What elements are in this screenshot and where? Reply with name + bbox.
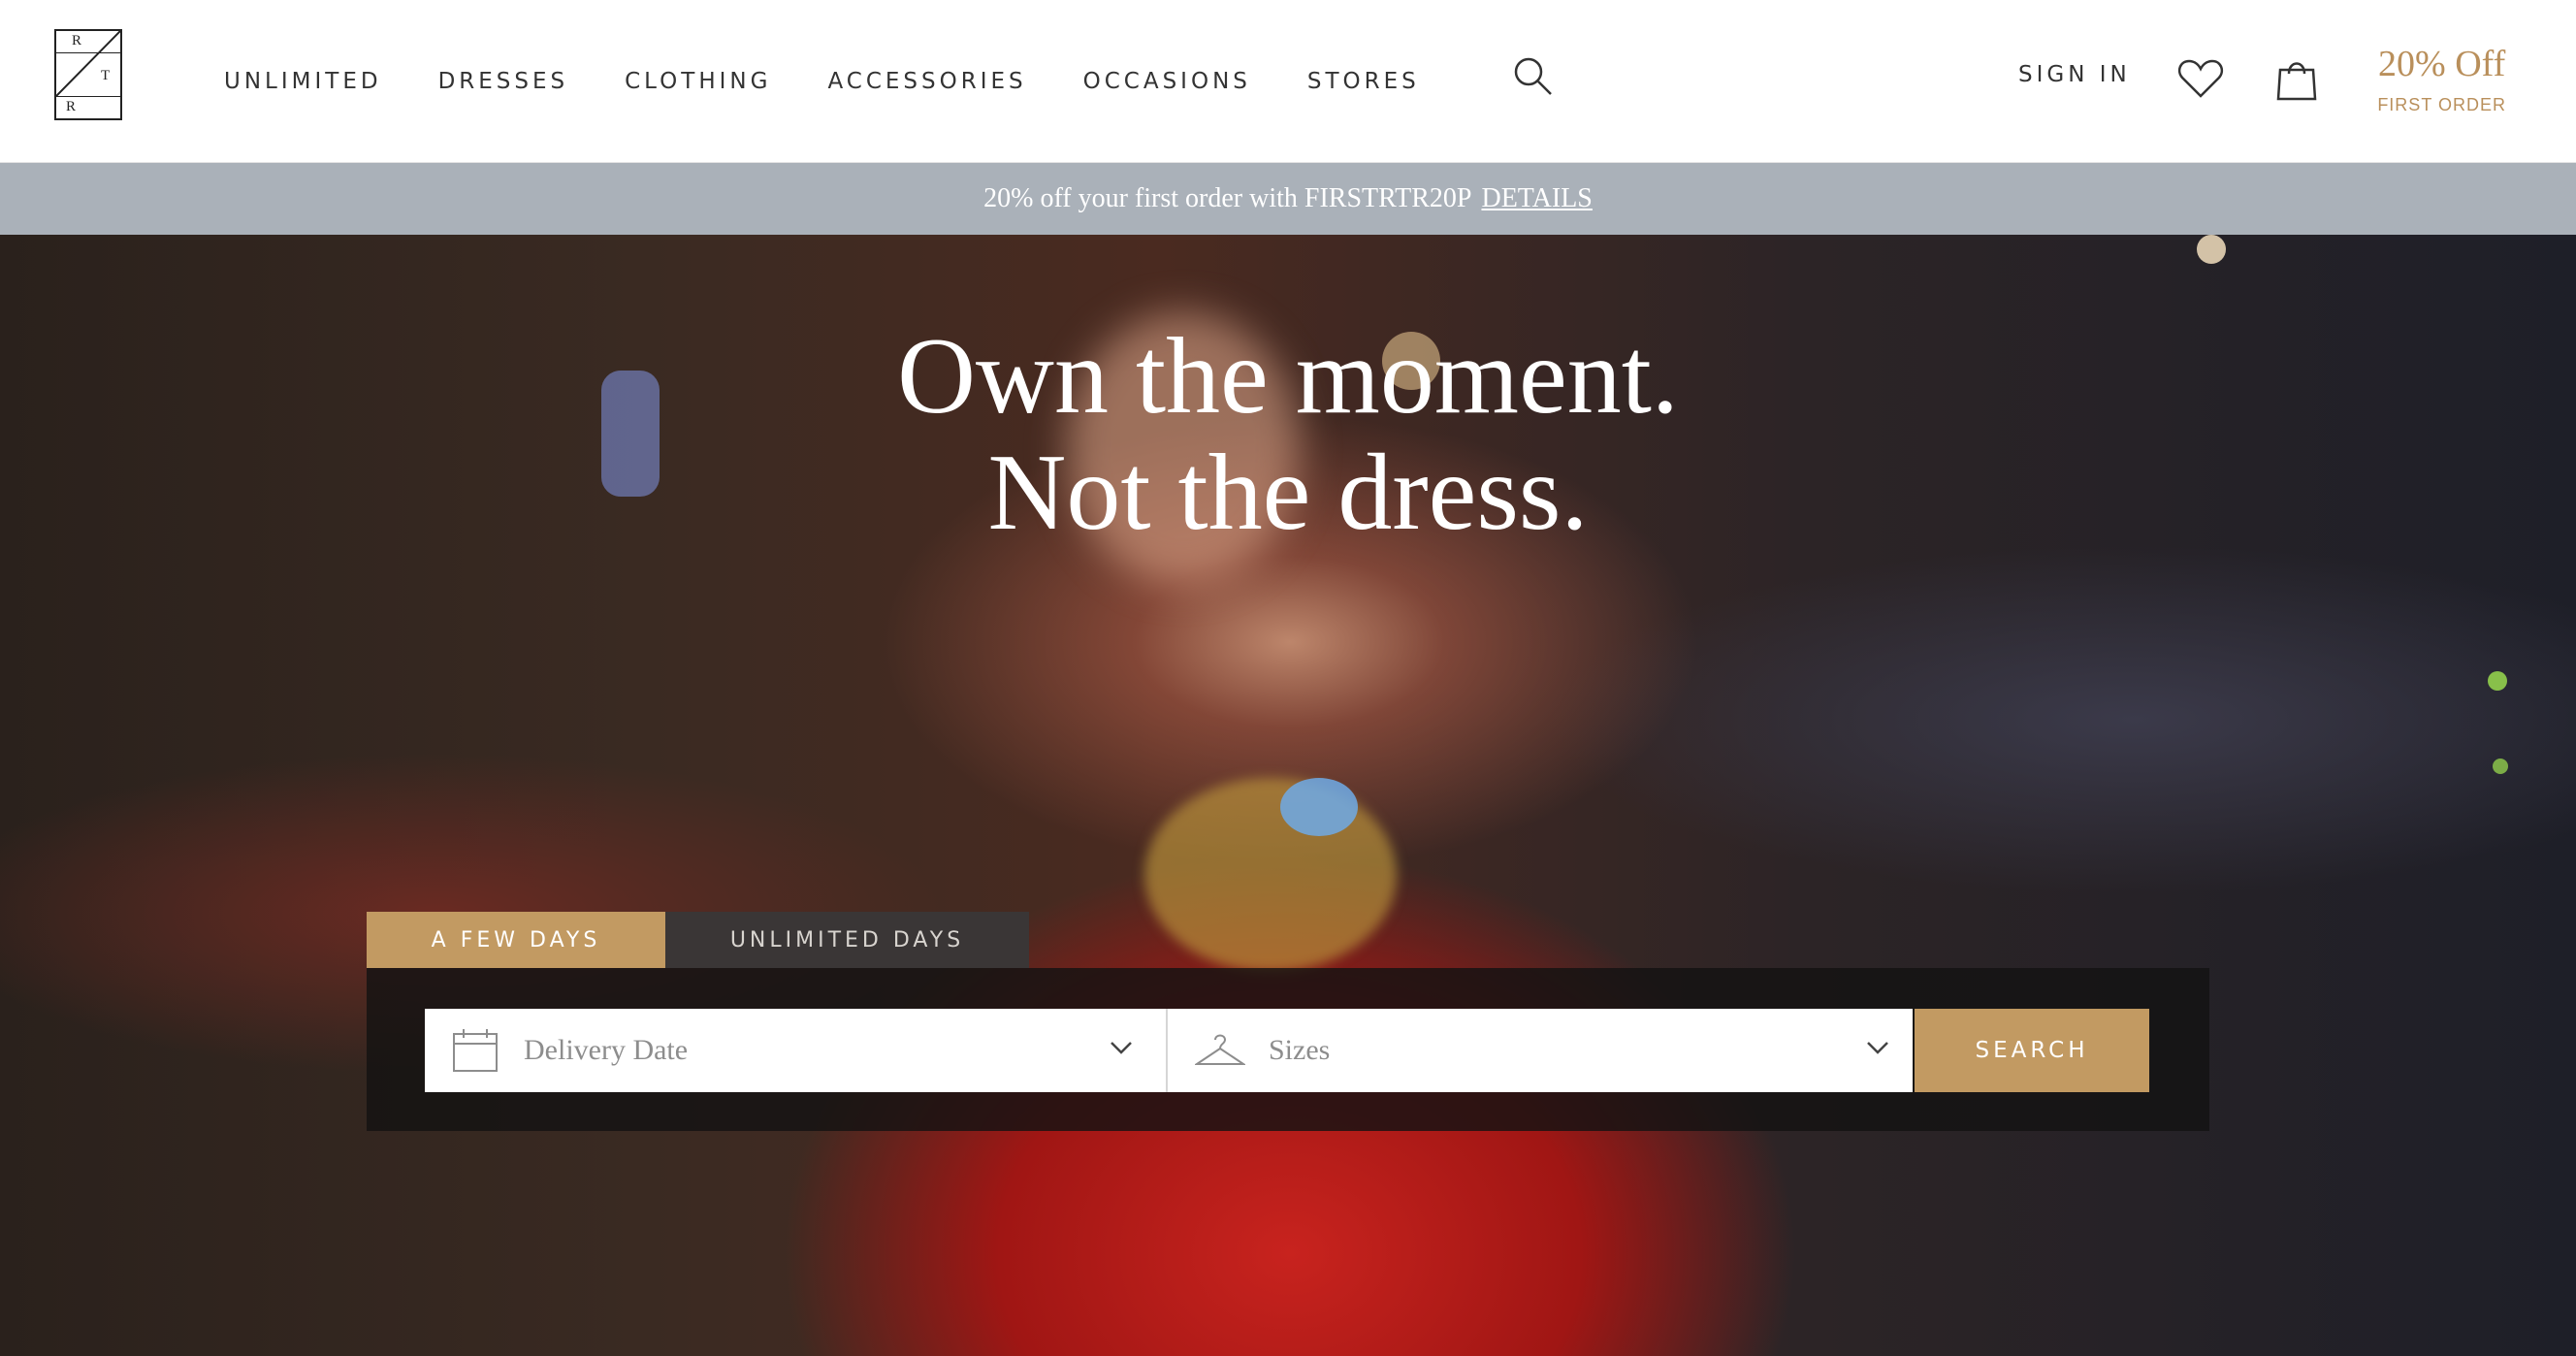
- sizes-select[interactable]: Sizes: [1168, 1009, 1913, 1092]
- logo-line-bottom: [56, 96, 120, 97]
- promo-subtitle: FIRST ORDER: [2377, 95, 2506, 114]
- promo-banner-text: 20% off your first order with FIRSTRTR20…: [983, 183, 1472, 213]
- site-header: R T R UNLIMITED DRESSES CLOTHING ACCESSO…: [0, 0, 2576, 163]
- logo-line-top: [56, 52, 120, 53]
- details-link[interactable]: DETAILS: [1481, 183, 1592, 214]
- first-order-promo[interactable]: 20% Off FIRST ORDER: [2377, 43, 2506, 115]
- rtr-logo[interactable]: R T R: [54, 29, 122, 120]
- delivery-date-select[interactable]: Delivery Date: [425, 1009, 1166, 1092]
- rental-tabs: A FEW DAYS UNLIMITED DAYS: [367, 912, 1029, 968]
- bokeh-light: [2197, 235, 2226, 264]
- nav-occasions[interactable]: OCCASIONS: [1083, 69, 1251, 94]
- heart-icon[interactable]: [2177, 58, 2224, 104]
- main-nav: UNLIMITED DRESSES CLOTHING ACCESSORIES O…: [224, 0, 1476, 163]
- hero-headline-line1: Own the moment.: [897, 316, 1679, 436]
- bokeh-light: [2488, 671, 2507, 691]
- hanger-icon: [1195, 1031, 1245, 1070]
- nav-accessories[interactable]: ACCESSORIES: [827, 69, 1026, 94]
- tab-unlimited-days[interactable]: UNLIMITED DAYS: [665, 912, 1029, 968]
- hero-umbrella: [1280, 778, 1358, 836]
- search-button[interactable]: SEARCH: [1915, 1009, 2149, 1092]
- nav-stores[interactable]: STORES: [1307, 69, 1420, 94]
- sizes-placeholder: Sizes: [1269, 1034, 1331, 1066]
- nav-clothing[interactable]: CLOTHING: [625, 69, 771, 94]
- promo-banner: 20% off your first order with FIRSTRTR20…: [0, 163, 2576, 235]
- hero-headline-line2: Not the dress.: [987, 433, 1589, 553]
- chevron-down-icon: [1110, 1040, 1133, 1055]
- promo-title: 20% Off: [2378, 44, 2506, 84]
- nav-unlimited[interactable]: UNLIMITED: [224, 69, 382, 94]
- bokeh-light: [2493, 759, 2508, 774]
- hero-headline: Own the moment. Not the dress.: [0, 318, 2576, 551]
- tab-a-few-days[interactable]: A FEW DAYS: [367, 912, 665, 968]
- sign-in-link[interactable]: SIGN IN: [2018, 62, 2131, 87]
- search-icon[interactable]: [1513, 56, 1554, 102]
- nav-dresses[interactable]: DRESSES: [438, 69, 569, 94]
- logo-letter-r1: R: [72, 33, 82, 48]
- search-panel: Delivery Date Sizes SEARCH: [367, 968, 2209, 1131]
- delivery-date-placeholder: Delivery Date: [524, 1034, 689, 1066]
- calendar-icon: [452, 1028, 499, 1073]
- logo-letter-r2: R: [66, 99, 77, 114]
- hero-drink: [1144, 778, 1397, 972]
- shopping-bag-icon[interactable]: [2275, 54, 2318, 106]
- chevron-down-icon: [1866, 1040, 1889, 1055]
- logo-letter-t: T: [101, 68, 111, 83]
